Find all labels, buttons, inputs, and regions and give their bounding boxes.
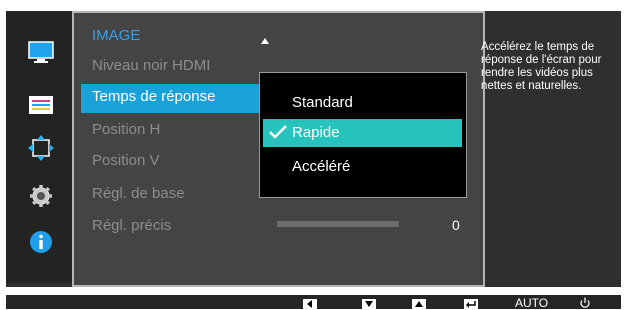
help-text: Accélérez le temps de réponse de l'écran… xyxy=(481,41,602,92)
resize-icon[interactable] xyxy=(28,135,54,161)
down-arrow-icon[interactable] xyxy=(362,299,376,309)
menu-item-position-h[interactable]: Position H xyxy=(92,121,160,138)
menu-item-position-v[interactable]: Position V xyxy=(92,152,160,169)
gear-icon[interactable] xyxy=(28,183,54,209)
monitor-icon[interactable] xyxy=(28,39,54,65)
sidebar xyxy=(6,11,72,283)
options-popup: Standard Rapide Accéléré xyxy=(259,72,467,198)
auto-label[interactable]: AUTO xyxy=(515,296,548,310)
picture-settings-icon[interactable] xyxy=(28,92,54,118)
option-rapide[interactable]: Rapide xyxy=(292,124,340,141)
up-arrow-icon[interactable] xyxy=(412,299,426,309)
scroll-up-icon[interactable] xyxy=(261,38,269,44)
left-arrow-icon[interactable] xyxy=(303,299,317,309)
menu-item-niveau-noir-hdmi[interactable]: Niveau noir HDMI xyxy=(92,57,210,74)
option-accelere[interactable]: Accéléré xyxy=(292,158,350,175)
menu-item-regl-de-base[interactable]: Régl. de base xyxy=(92,185,185,202)
menu-title: IMAGE xyxy=(92,27,141,44)
slider-value: 0 xyxy=(452,217,460,233)
slider-track[interactable] xyxy=(277,221,399,227)
checkmark-icon xyxy=(269,125,287,139)
info-icon[interactable] xyxy=(28,229,54,255)
enter-icon[interactable] xyxy=(464,299,478,309)
power-icon[interactable] xyxy=(579,297,591,309)
option-standard[interactable]: Standard xyxy=(292,94,353,111)
menu-item-temps-de-reponse[interactable]: Temps de réponse xyxy=(92,88,215,105)
menu-item-regl-precis[interactable]: Régl. précis xyxy=(92,217,171,234)
